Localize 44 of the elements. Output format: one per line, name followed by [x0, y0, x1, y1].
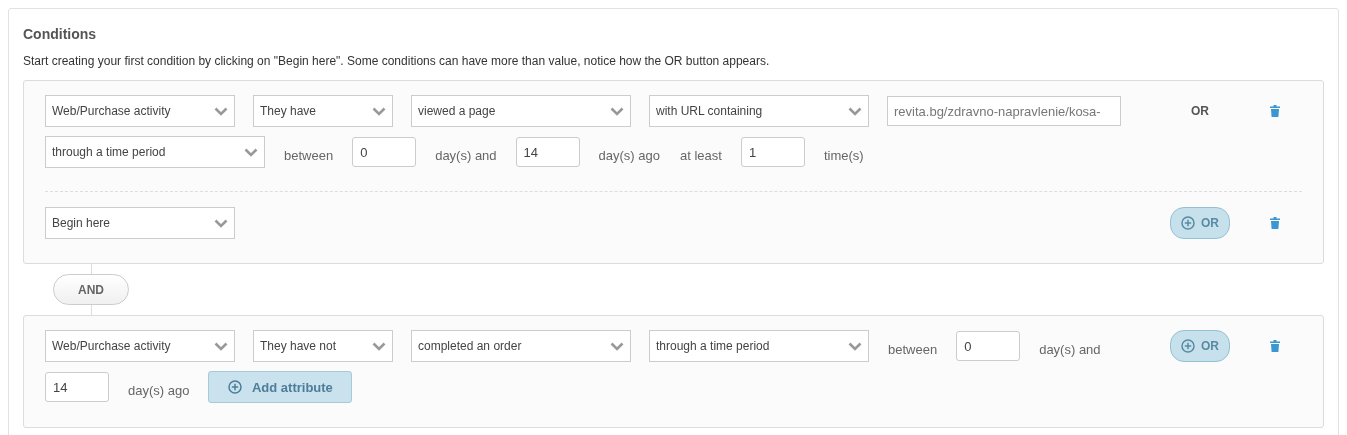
- field-label: time(s): [822, 147, 865, 163]
- chevron-down-icon: [214, 106, 228, 116]
- chevron-down-icon: [848, 106, 862, 116]
- number-field[interactable]: 14: [45, 372, 109, 402]
- number-field[interactable]: 14: [515, 137, 580, 167]
- field-label: between: [283, 147, 335, 163]
- dropdown[interactable]: Begin here: [45, 207, 235, 239]
- chevron-down-icon: [372, 106, 386, 116]
- field-label: day(s) ago: [597, 147, 661, 163]
- dropdown[interactable]: They have not: [253, 330, 393, 362]
- dropdown[interactable]: through a time period: [649, 330, 869, 362]
- field-label: day(s) and: [434, 147, 498, 163]
- trash-icon[interactable]: [1270, 217, 1280, 229]
- dropdown[interactable]: Web/Purchase activity: [45, 95, 235, 127]
- field-label: at least: [679, 147, 723, 163]
- plus-circle-icon: [227, 380, 242, 394]
- chevron-down-icon: [244, 147, 258, 157]
- and-button[interactable]: AND: [53, 274, 129, 305]
- chevron-down-icon: [610, 106, 624, 116]
- dropdown[interactable]: through a time period: [45, 136, 265, 168]
- dropdown[interactable]: They have: [253, 95, 393, 127]
- url-field[interactable]: revita.bg/zdravno-napravlenie/kosa-: [887, 96, 1121, 126]
- trash-icon[interactable]: [1270, 340, 1280, 352]
- chevron-down-icon: [848, 341, 862, 351]
- trash-icon[interactable]: [1270, 105, 1280, 117]
- dropdown[interactable]: viewed a page: [411, 95, 631, 127]
- dropdown[interactable]: with URL containing: [649, 95, 869, 127]
- number-field[interactable]: 0: [956, 331, 1021, 361]
- field-label: day(s) and: [1038, 341, 1102, 357]
- or-label: OR: [1191, 104, 1209, 118]
- dropdown[interactable]: completed an order: [411, 330, 631, 362]
- plus-circle-icon: [1181, 216, 1195, 230]
- chevron-down-icon: [214, 341, 228, 351]
- chevron-down-icon: [214, 218, 228, 228]
- number-field[interactable]: 0: [352, 137, 417, 167]
- section-title: Conditions: [23, 26, 98, 42]
- field-label: between: [887, 341, 939, 357]
- plus-circle-icon: [1181, 339, 1195, 353]
- number-field[interactable]: 1: [740, 137, 805, 167]
- field-label: day(s) ago: [127, 382, 191, 398]
- chevron-down-icon: [372, 341, 386, 351]
- dropdown[interactable]: Web/Purchase activity: [45, 330, 235, 362]
- instructions-text: Start creating your first condition by clicking on "Begin here". Some conditions can have more than value, notice how the OR button appears.: [23, 54, 771, 68]
- chevron-down-icon: [610, 341, 624, 351]
